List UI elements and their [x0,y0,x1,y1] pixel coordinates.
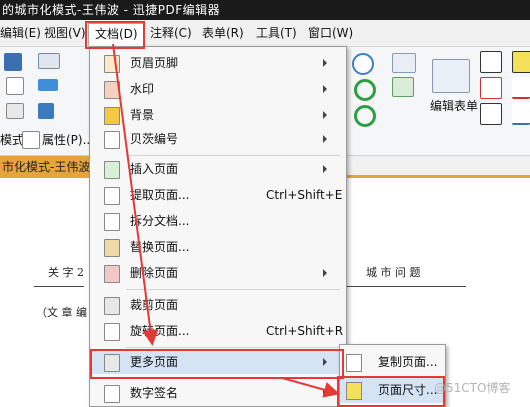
more-pages-icon [104,354,120,372]
menu-tools[interactable]: 工具(T) [256,24,297,42]
strikeout-icon[interactable] [512,77,530,99]
properties-button[interactable]: 属性(P)... [42,131,94,148]
typewriter-icon[interactable] [480,103,502,125]
menu-item-background[interactable]: 背景 [90,103,346,127]
cloud-icon[interactable] [38,79,58,91]
submenu-arrow-icon [323,389,327,397]
menu-item-header-footer[interactable]: 页眉页脚 [90,51,346,75]
menu-item-extract-page[interactable]: 提取页面... Ctrl+Shift+E [90,183,346,207]
text-edit-icon[interactable] [480,77,502,99]
menu-item-more-pages[interactable]: 更多页面 [90,350,346,374]
mode-label[interactable]: 模式 [0,131,24,148]
handwritten-article-number: （文 章 编 [36,306,87,319]
text-box-icon[interactable] [480,51,502,73]
rotate-page-icon [104,323,120,341]
menu-item-watermark[interactable]: 水印 [90,77,346,101]
form-edit-label[interactable]: 编辑表单 [430,97,478,114]
underline-icon[interactable] [512,103,530,125]
menu-item-insert-page[interactable]: 插入页面 [90,157,346,181]
submenu-arrow-icon [323,111,327,119]
document-rule-left [34,286,84,287]
email-icon[interactable] [38,53,60,69]
bates-number-icon [104,131,120,149]
window-title: 的城市化模式-王伟波 - 迅捷PDF编辑器 [2,3,221,17]
highlight-text-icon[interactable] [512,51,530,73]
menu-item-rotate-page[interactable]: 旋转页面... Ctrl+Shift+R [90,319,346,343]
watermark-text: @51CTO博客 [434,381,511,395]
submenu-arrow-icon [323,59,327,67]
extract-page-icon [104,187,120,205]
title-bar: 的城市化模式-王伟波 - 迅捷PDF编辑器 [0,0,530,20]
properties-icon [22,131,40,149]
submenu-arrow-icon [323,269,327,277]
menu-view[interactable]: 视图(V) [44,24,86,42]
save-icon[interactable] [4,53,22,71]
background-icon [104,107,120,125]
page-size-icon [346,382,362,400]
menu-item-bates-number[interactable]: 贝茨编号 [90,127,346,151]
add-field-icon[interactable] [392,53,416,73]
menu-bar: 编辑(E) 视图(V) 文档(D) 注释(C) 表单(R) 工具(T) 窗口(W… [0,20,530,47]
menu-separator [126,155,340,156]
submenu-arrow-icon [323,358,327,366]
zoom-in-icon[interactable] [352,53,374,75]
document-menu: 页眉页脚 水印 背景 贝茨编号 插入页面 提取页面... Ctrl+Shift+… [89,46,347,407]
form-edit-icon[interactable] [432,59,470,93]
menu-separator [126,347,340,348]
document-icon[interactable] [6,77,24,95]
menu-separator [126,377,340,378]
redo-icon[interactable] [354,105,376,127]
menu-item-digital-signature[interactable]: 数字签名 [90,381,346,405]
menu-item-split-document[interactable]: 拆分文档... [90,209,346,233]
submenu-arrow-icon [323,85,327,93]
replace-page-icon [104,239,120,257]
menu-item-replace-page[interactable]: 替换页面... [90,235,346,259]
delete-page-icon [104,265,120,283]
split-document-icon [104,213,120,231]
insert-page-icon [104,161,120,179]
submenu-item-copy-page[interactable]: 复制页面... [340,349,445,375]
print-icon[interactable] [6,103,24,119]
undo-icon[interactable] [354,79,376,101]
submenu-item-page-size[interactable]: 页面尺寸... [340,377,445,403]
text-field-icon[interactable] [392,77,414,97]
copy-page-icon [346,354,362,372]
menu-item-delete-page[interactable]: 删除页面 [90,261,346,285]
document-rule-right [346,286,466,287]
menu-edit[interactable]: 编辑(E) [0,24,41,42]
menu-window[interactable]: 窗口(W) [308,24,353,42]
export-icon[interactable] [38,103,54,119]
submenu-arrow-icon [323,165,327,173]
menu-document[interactable]: 文档(D) [88,23,145,46]
menu-separator [126,289,340,290]
submenu-arrow-icon [323,135,327,143]
handwritten-keyword: 关 字 2 [48,266,84,279]
menu-comment[interactable]: 注释(C) [150,24,192,42]
menu-item-crop-page[interactable]: 裁剪页面 [90,293,346,317]
more-pages-submenu: 复制页面... 页面尺寸... [339,344,446,407]
watermark-icon [104,81,120,99]
menu-form[interactable]: 表单(R) [202,24,244,42]
handwritten-topic: 城 市 问 题 [366,266,421,279]
digital-signature-icon [104,385,120,403]
crop-page-icon [104,297,120,315]
header-footer-icon [104,55,120,73]
